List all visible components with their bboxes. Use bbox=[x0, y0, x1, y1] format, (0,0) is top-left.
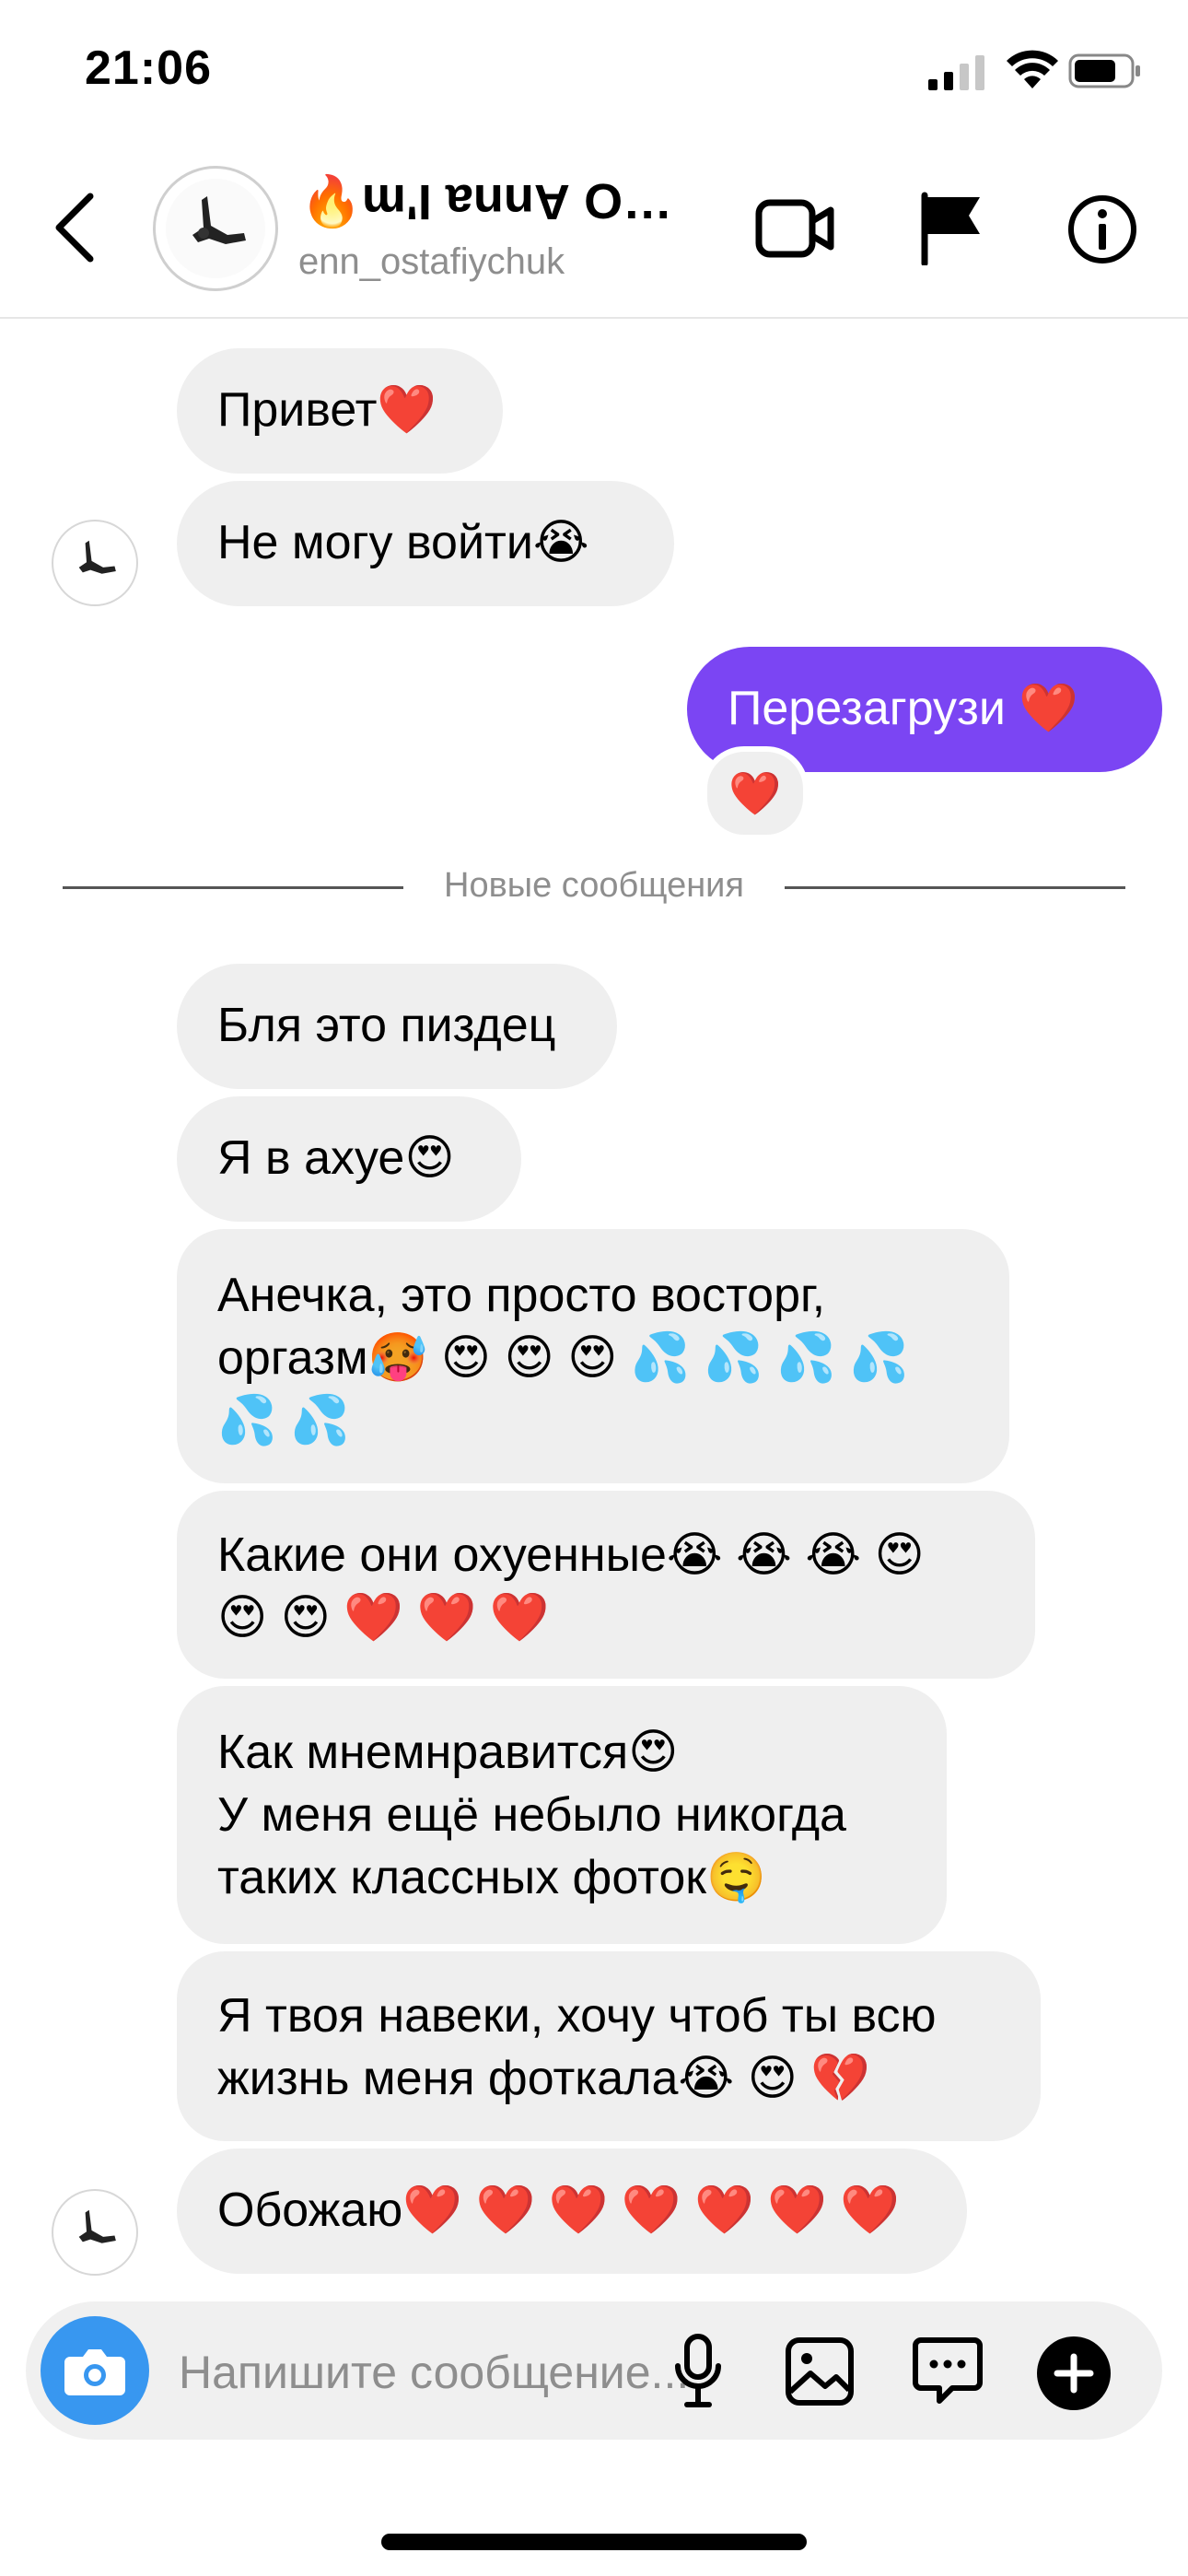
heart-reaction[interactable]: ❤️ bbox=[702, 746, 809, 840]
message-text: У меня ещё небыло никогда bbox=[217, 1788, 846, 1842]
wifi-icon bbox=[1007, 50, 1058, 88]
message-text: оргазм🥵 😍 😍 😍 💦 💦 💦 💦 bbox=[217, 1331, 910, 1385]
chat-title[interactable]: 🔥Anna I'm O… bbox=[300, 173, 672, 231]
message-text: 💦 💦 bbox=[217, 1394, 350, 1447]
message-text: Не могу войти bbox=[217, 516, 533, 569]
message-bubble[interactable]: Обожаю❤️ ❤️ ❤️ ❤️ ❤️ ❤️ ❤️ bbox=[177, 2149, 967, 2274]
message-text: 😍 😍 ❤️ ❤️ ❤️ bbox=[217, 1591, 550, 1645]
message-text: Я в ахуе😍 bbox=[217, 1131, 455, 1185]
home-indicator bbox=[381, 2534, 807, 2550]
profile-avatar[interactable] bbox=[153, 166, 278, 291]
avatar-photo-icon bbox=[166, 179, 265, 278]
message-text: Я твоя навеки, хочу чтоб ты всю bbox=[217, 1989, 937, 2043]
sender-avatar[interactable] bbox=[52, 520, 138, 606]
new-messages-label: Новые сообщения bbox=[444, 866, 744, 905]
info-icon[interactable] bbox=[1066, 193, 1138, 265]
message-text: Перезагрузи bbox=[728, 682, 1019, 735]
plus-icon bbox=[1054, 2353, 1094, 2394]
message-text: Привет bbox=[217, 383, 378, 437]
divider-line bbox=[63, 886, 403, 889]
divider-line bbox=[785, 886, 1125, 889]
back-arrow-icon[interactable] bbox=[48, 189, 103, 266]
battery-icon bbox=[1068, 53, 1140, 88]
avatar-photo-icon bbox=[78, 540, 116, 574]
chat-username[interactable]: enn_ostafiychuk bbox=[298, 241, 565, 283]
video-call-icon[interactable] bbox=[755, 195, 834, 262]
message-text: Какие они охуенные😭 😭 😭 😍 bbox=[217, 1528, 925, 1582]
gallery-icon[interactable] bbox=[785, 2336, 855, 2406]
message-bubble[interactable]: Бля это пиздец bbox=[177, 964, 617, 1089]
message-bubble[interactable]: Не могу войти😭 bbox=[177, 481, 674, 606]
heart-emoji: ❤️ bbox=[377, 383, 437, 437]
cellular-signal-icon bbox=[928, 55, 984, 90]
heart-emoji: ❤️ bbox=[1019, 682, 1079, 735]
message-bubble[interactable]: Какие они охуенные😭 😭 😭 😍 😍 😍 ❤️ ❤️ ❤️ bbox=[177, 1491, 1035, 1679]
sender-avatar[interactable] bbox=[52, 2189, 138, 2276]
fire-emoji: 🔥 bbox=[300, 174, 363, 229]
message-bubble[interactable]: Анечка, это просто восторг, оргазм🥵 😍 😍 … bbox=[177, 1229, 1009, 1483]
message-bubble[interactable]: Как мнемнравится😍 У меня ещё небыло нико… bbox=[177, 1686, 947, 1944]
message-bubble[interactable]: Я в ахуе😍 bbox=[177, 1096, 521, 1222]
microphone-icon[interactable] bbox=[672, 2333, 724, 2410]
avatar-photo-icon bbox=[78, 2209, 116, 2243]
status-time: 21:06 bbox=[85, 41, 212, 95]
message-text: Бля это пиздец bbox=[217, 999, 556, 1052]
title-flipped-text: Anna I'm bbox=[362, 174, 571, 229]
message-text: Как мнемнравится😍 bbox=[217, 1726, 679, 1779]
add-button[interactable] bbox=[1037, 2336, 1111, 2410]
camera-button[interactable] bbox=[41, 2316, 149, 2425]
crying-emoji: 😭 bbox=[532, 516, 589, 569]
message-text: Обожаю❤️ ❤️ ❤️ ❤️ ❤️ ❤️ ❤️ bbox=[217, 2184, 901, 2237]
flag-icon[interactable] bbox=[917, 192, 984, 265]
message-input[interactable]: Напишите сообщение... bbox=[179, 2346, 750, 2399]
chat-bubble-icon[interactable] bbox=[912, 2335, 984, 2406]
message-text: жизнь меня фоткала😭 😍 💔 bbox=[217, 2052, 870, 2105]
message-bubble[interactable]: Привет❤️ bbox=[177, 348, 503, 474]
title-tail: O… bbox=[584, 174, 673, 229]
camera-icon bbox=[64, 2349, 125, 2395]
message-text: таких классных фоток🤤 bbox=[217, 1851, 766, 1904]
message-bubble[interactable]: Я твоя навеки, хочу чтоб ты всю жизнь ме… bbox=[177, 1951, 1041, 2141]
message-text: Анечка, это просто восторг, bbox=[217, 1269, 826, 1322]
